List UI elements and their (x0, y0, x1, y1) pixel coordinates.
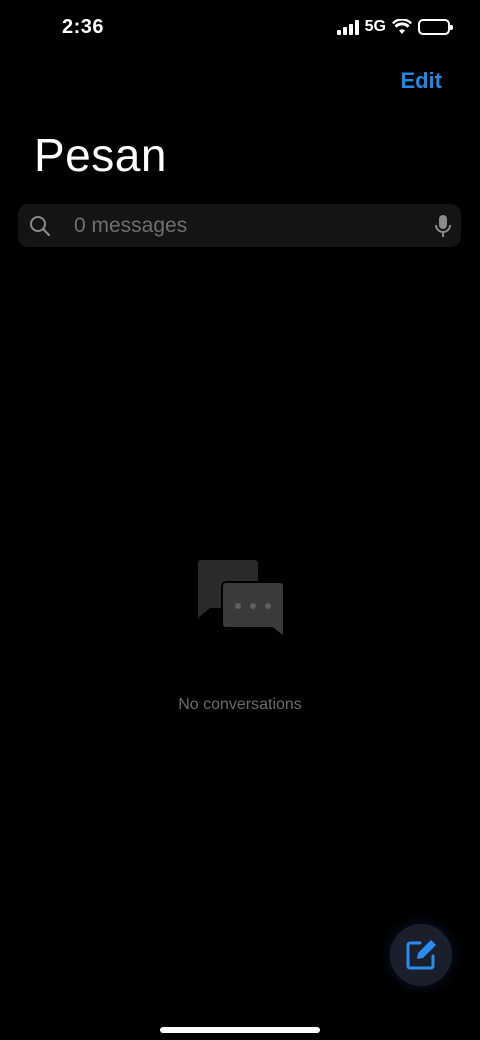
home-indicator[interactable] (160, 1027, 320, 1033)
search-input[interactable] (74, 204, 434, 247)
page-title: Pesan (34, 129, 167, 181)
wifi-icon (392, 19, 412, 34)
status-time: 2:36 (62, 16, 105, 38)
status-icons: 5G (336, 18, 453, 36)
compose-icon (406, 940, 436, 970)
search-icon (30, 216, 51, 237)
status-bar: 2:36 5G (0, 0, 480, 56)
chat-bubbles-icon (197, 560, 285, 639)
empty-state-text: No conversations (178, 696, 302, 713)
signal-icon (336, 19, 359, 35)
edit-button[interactable]: Edit (400, 68, 442, 94)
network-type: 5G (364, 18, 386, 35)
compose-button[interactable] (390, 924, 452, 986)
search-bar[interactable] (18, 204, 461, 247)
battery-icon (418, 19, 453, 35)
microphone-icon[interactable] (433, 214, 453, 238)
